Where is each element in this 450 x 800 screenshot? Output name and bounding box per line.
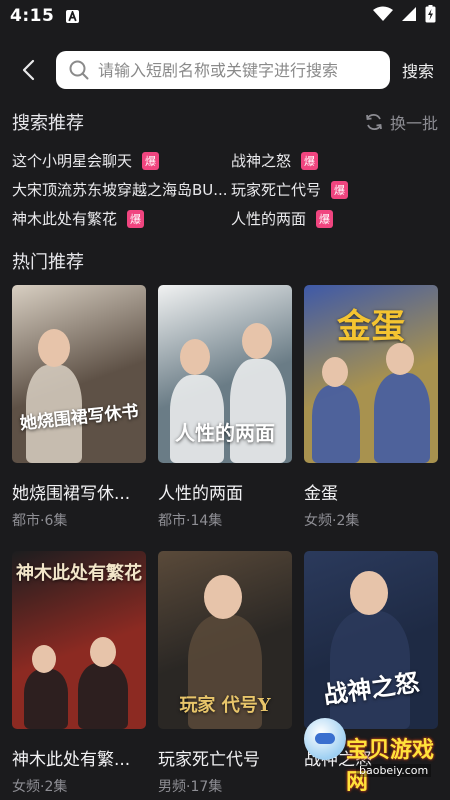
poster-title: 玩家 代号Y bbox=[179, 695, 271, 716]
drama-poster[interactable]: 金蛋 bbox=[304, 285, 438, 463]
suggest-item-label: 人性的两面 bbox=[231, 210, 307, 228]
status-time: 4:15 bbox=[10, 6, 55, 26]
refresh-label: 换一批 bbox=[389, 114, 438, 133]
suggest-item[interactable]: 人性的两面 爆 bbox=[231, 208, 438, 229]
drama-meta: 都市·14集 bbox=[158, 513, 223, 529]
drama-card[interactable]: 她烧围裙写休书 她烧围裙写休... 都市·6集 bbox=[12, 285, 146, 535]
suggest-item-label: 神木此处有繁花 bbox=[12, 210, 118, 228]
suggest-item[interactable]: 这个小明星会聊天 爆 bbox=[12, 150, 231, 171]
chevron-left-icon bbox=[22, 59, 35, 81]
hot-header: 热门推荐 bbox=[12, 247, 438, 275]
drama-title: 她烧围裙写休... bbox=[12, 484, 131, 504]
wifi-icon bbox=[373, 6, 393, 27]
drama-card[interactable]: 玩家 代号Y 玩家死亡代号 男频·17集 bbox=[158, 551, 292, 800]
suggest-item[interactable]: 大宋顶流苏东坡穿越之海岛BU... bbox=[12, 179, 231, 200]
hot-title: 热门推荐 bbox=[12, 252, 84, 273]
suggest-item-label: 战神之怒 bbox=[231, 152, 292, 170]
notification-icon bbox=[66, 9, 80, 23]
drama-card[interactable]: 金蛋 金蛋 女频·2集 bbox=[304, 285, 438, 535]
drama-poster[interactable]: 神木此处有繁花 bbox=[12, 551, 146, 729]
refresh-icon bbox=[366, 113, 382, 131]
search-row: 搜索 bbox=[0, 48, 450, 92]
suggest-item-label: 大宋顶流苏东坡穿越之海岛BU... bbox=[12, 181, 228, 199]
hot-badge: 爆 bbox=[316, 209, 334, 228]
suggest-item-label: 玩家死亡代号 bbox=[231, 181, 322, 199]
signal-icon bbox=[401, 6, 417, 27]
hot-badge: 爆 bbox=[331, 180, 349, 199]
drama-title: 金蛋 bbox=[304, 484, 338, 504]
suggest-title: 搜索推荐 bbox=[12, 113, 84, 134]
drama-poster[interactable]: 玩家 代号Y bbox=[158, 551, 292, 729]
search-button[interactable]: 搜索 bbox=[402, 58, 434, 82]
drama-poster[interactable]: 她烧围裙写休书 bbox=[12, 285, 146, 463]
drama-title: 神木此处有繁... bbox=[12, 750, 131, 770]
poster-title: 神木此处有繁花 bbox=[16, 563, 142, 584]
drama-meta: 男频·17集 bbox=[158, 779, 223, 795]
search-icon bbox=[69, 60, 89, 80]
drama-card[interactable]: 神木此处有繁花 神木此处有繁... 女频·2集 bbox=[12, 551, 146, 800]
hot-badge: 爆 bbox=[127, 209, 145, 228]
drama-card[interactable]: 人性的两面 人性的两面 都市·14集 bbox=[158, 285, 292, 535]
suggest-item-label: 这个小明星会聊天 bbox=[12, 152, 133, 170]
drama-poster[interactable]: 人性的两面 bbox=[158, 285, 292, 463]
drama-title: 人性的两面 bbox=[158, 484, 243, 504]
battery-icon bbox=[425, 4, 436, 28]
drama-poster[interactable]: 战神之怒 bbox=[304, 551, 438, 729]
status-bar: 4:15 bbox=[0, 0, 450, 32]
search-box[interactable] bbox=[56, 51, 390, 89]
poster-title: 人性的两面 bbox=[175, 421, 275, 445]
drama-meta: 女频·2集 bbox=[12, 779, 68, 795]
refresh-button[interactable]: 换一批 bbox=[364, 110, 438, 134]
watermark-url: baobeiy.com bbox=[356, 764, 432, 777]
drama-meta: 都市·6集 bbox=[12, 513, 68, 529]
suggest-header: 搜索推荐 换一批 bbox=[12, 108, 438, 136]
search-input[interactable] bbox=[98, 60, 378, 80]
suggest-item[interactable]: 神木此处有繁花 爆 bbox=[12, 208, 231, 229]
drama-title: 玩家死亡代号 bbox=[158, 750, 260, 770]
suggest-item[interactable]: 战神之怒 爆 bbox=[231, 150, 438, 171]
hot-badge: 爆 bbox=[301, 151, 319, 170]
gamepad-logo-icon bbox=[304, 718, 346, 760]
suggest-item[interactable]: 玩家死亡代号 爆 bbox=[231, 179, 438, 200]
back-button[interactable] bbox=[14, 55, 44, 85]
drama-meta: 女频·2集 bbox=[304, 513, 360, 529]
suggest-list: 这个小明星会聊天 爆 战神之怒 爆 大宋顶流苏东坡穿越之海岛BU... 玩家死亡… bbox=[12, 150, 438, 229]
site-watermark: 宝贝游戏网 baobeiy.com bbox=[300, 706, 450, 795]
poster-title: 金蛋 bbox=[337, 307, 405, 347]
hot-badge: 爆 bbox=[142, 151, 160, 170]
